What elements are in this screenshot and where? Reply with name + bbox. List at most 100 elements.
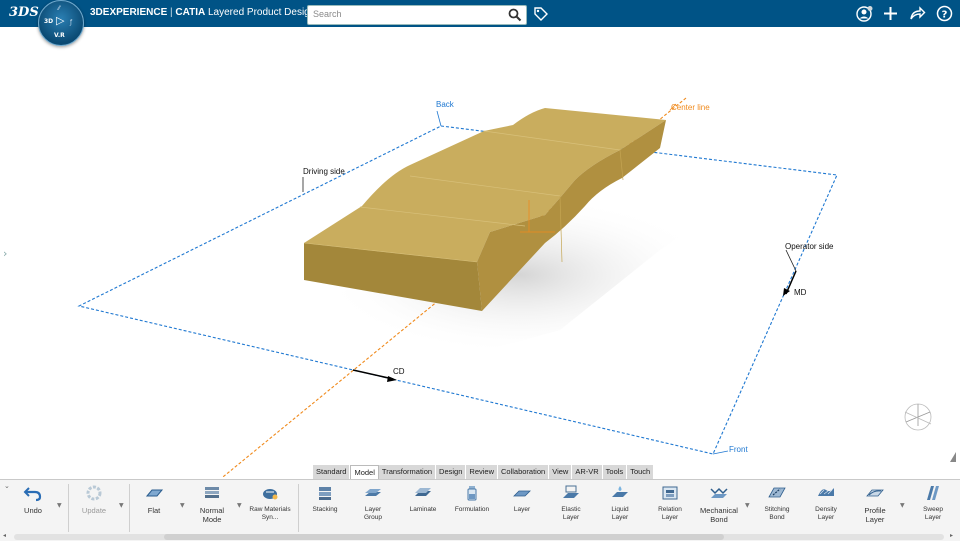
label-driving-side: Driving side xyxy=(303,167,345,176)
density-layer-icon xyxy=(818,488,834,496)
share-icon[interactable] xyxy=(909,5,926,22)
compass-version: V.R xyxy=(54,32,65,39)
help-icon[interactable]: ? xyxy=(936,5,953,22)
elastic-layer-label: Elastic Layer xyxy=(561,506,581,521)
density-layer-button[interactable]: Density Layer xyxy=(809,484,843,534)
stacking-icon xyxy=(319,487,331,500)
compass-right-mark: ƒ xyxy=(70,19,73,26)
tab-review[interactable]: Review xyxy=(466,465,498,479)
undo-dropdown-icon[interactable]: ▼ xyxy=(57,502,62,509)
raw-materials-icon xyxy=(263,489,278,500)
label-center-line: Center line xyxy=(671,103,710,112)
md-arrow-head xyxy=(783,288,790,296)
action-bar: ⌄ Undo ▼ Update ▼ Flat ▼ Normal Mode ▼ R… xyxy=(0,479,960,541)
normal-mode-button[interactable]: Normal Mode xyxy=(195,484,229,534)
play-icon[interactable]: ▷ xyxy=(56,14,64,27)
raw-materials-button[interactable]: Raw Materials Syn... xyxy=(246,484,294,534)
compass-3d-label: 3D xyxy=(44,18,54,25)
label-cd: CD xyxy=(393,367,405,376)
search-icon[interactable] xyxy=(508,8,522,22)
stacking-label: Stacking xyxy=(312,506,338,513)
scroll-left-icon[interactable]: ◂ xyxy=(3,532,6,539)
layer-group-button[interactable]: Layer Group xyxy=(356,484,390,534)
stitching-bond-button[interactable]: Stitching Bond xyxy=(760,484,794,534)
mechanical-bond-icon xyxy=(710,487,728,498)
expand-tree-icon[interactable]: › xyxy=(3,247,7,260)
relation-layer-icon xyxy=(662,486,678,500)
flat-label: Flat xyxy=(147,506,161,515)
compass-widget[interactable]: ⁄⁄ 3D ▷ ƒ V.R xyxy=(38,0,84,46)
separator xyxy=(68,484,69,532)
app-title-app: Layered Product Design xyxy=(208,7,316,18)
laminate-button[interactable]: Laminate xyxy=(405,484,441,534)
flat-dropdown-icon[interactable]: ▼ xyxy=(180,502,185,509)
corner-resize-icon[interactable] xyxy=(950,452,956,462)
action-bar-scrollbar[interactable] xyxy=(14,534,944,540)
profile-layer-icon xyxy=(866,489,884,497)
sweep-layer-icon xyxy=(927,486,939,500)
normal-mode-label: Normal Mode xyxy=(199,506,225,524)
tab-transformation[interactable]: Transformation xyxy=(378,465,437,479)
tab-model[interactable]: Model xyxy=(350,465,379,480)
tab-design[interactable]: Design xyxy=(436,465,467,479)
normal-mode-dropdown-icon[interactable]: ▼ xyxy=(237,502,242,509)
app-title-product: CATIA xyxy=(175,7,206,18)
layer-group-icon xyxy=(365,489,381,496)
formulation-label: Formulation xyxy=(454,506,490,513)
update-dropdown-icon[interactable]: ▼ xyxy=(119,502,124,509)
stacking-button[interactable]: Stacking xyxy=(308,484,342,534)
mechanical-bond-dropdown-icon[interactable]: ▼ xyxy=(745,502,750,509)
action-bar-tabs: Standard Model Transformation Design Rev… xyxy=(313,465,655,480)
profile-layer-button[interactable]: Profile Layer xyxy=(858,484,892,534)
scrollbar-thumb[interactable] xyxy=(164,534,724,540)
sweep-layer-button[interactable]: Sweep Layer xyxy=(916,484,950,534)
separator xyxy=(129,484,130,532)
formulation-icon xyxy=(467,486,477,501)
laminate-icon xyxy=(415,488,431,496)
tab-tools[interactable]: Tools xyxy=(602,465,628,479)
3d-viewport[interactable]: Back Center line Driving side Operator s… xyxy=(0,27,960,477)
svg-text:?: ? xyxy=(942,10,948,21)
flat-button[interactable]: Flat xyxy=(138,484,170,534)
search-box[interactable] xyxy=(307,5,527,25)
back-leader xyxy=(436,110,442,127)
elastic-layer-button[interactable]: Elastic Layer xyxy=(554,484,588,534)
tag-icon[interactable] xyxy=(533,6,548,21)
update-button[interactable]: Update xyxy=(76,484,112,534)
search-input[interactable] xyxy=(308,6,503,22)
update-label: Update xyxy=(81,506,107,515)
app-title-brand: 3DEXPERIENCE xyxy=(90,7,168,18)
liquid-layer-icon xyxy=(612,486,628,497)
profile-layer-dropdown-icon[interactable]: ▼ xyxy=(900,502,905,509)
separator xyxy=(298,484,299,532)
formulation-button[interactable]: Formulation xyxy=(452,484,492,534)
front-leader xyxy=(712,450,729,455)
operator-side-leader xyxy=(785,249,797,272)
stitching-bond-label: Stitching Bond xyxy=(764,506,790,521)
tab-collaboration[interactable]: Collaboration xyxy=(498,465,550,479)
profile-layer-label: Profile Layer xyxy=(864,506,886,524)
mechanical-bond-label: Mechanical Bond xyxy=(700,506,738,524)
label-md: MD xyxy=(794,288,807,297)
tab-ar-vr[interactable]: AR-VR xyxy=(572,465,603,479)
tab-view[interactable]: View xyxy=(549,465,573,479)
undo-button[interactable]: Undo xyxy=(18,484,48,534)
user-icon[interactable] xyxy=(856,5,873,22)
layer-button[interactable]: Layer xyxy=(505,484,539,534)
layer-icon xyxy=(513,490,531,497)
cd-arrow xyxy=(352,369,394,380)
elastic-layer-icon xyxy=(563,485,579,498)
liquid-layer-button[interactable]: Liquid Layer xyxy=(603,484,637,534)
view-compass-icon[interactable] xyxy=(904,403,932,431)
scroll-right-icon[interactable]: ▸ xyxy=(950,532,953,539)
tab-touch[interactable]: Touch xyxy=(627,465,655,479)
collapse-action-bar-icon[interactable]: ⌄ xyxy=(4,482,10,490)
top-bar: 3DS 3DEXPERIENCE | CATIA Layered Product… xyxy=(0,0,960,27)
plus-icon[interactable] xyxy=(882,5,899,22)
undo-icon xyxy=(23,487,42,502)
tab-standard[interactable]: Standard xyxy=(313,465,351,479)
ds-logo: 3DS xyxy=(9,5,39,20)
mechanical-bond-button[interactable]: Mechanical Bond xyxy=(699,484,739,534)
relation-layer-button[interactable]: Relation Layer xyxy=(652,484,688,534)
layer-group-label: Layer Group xyxy=(363,506,383,521)
